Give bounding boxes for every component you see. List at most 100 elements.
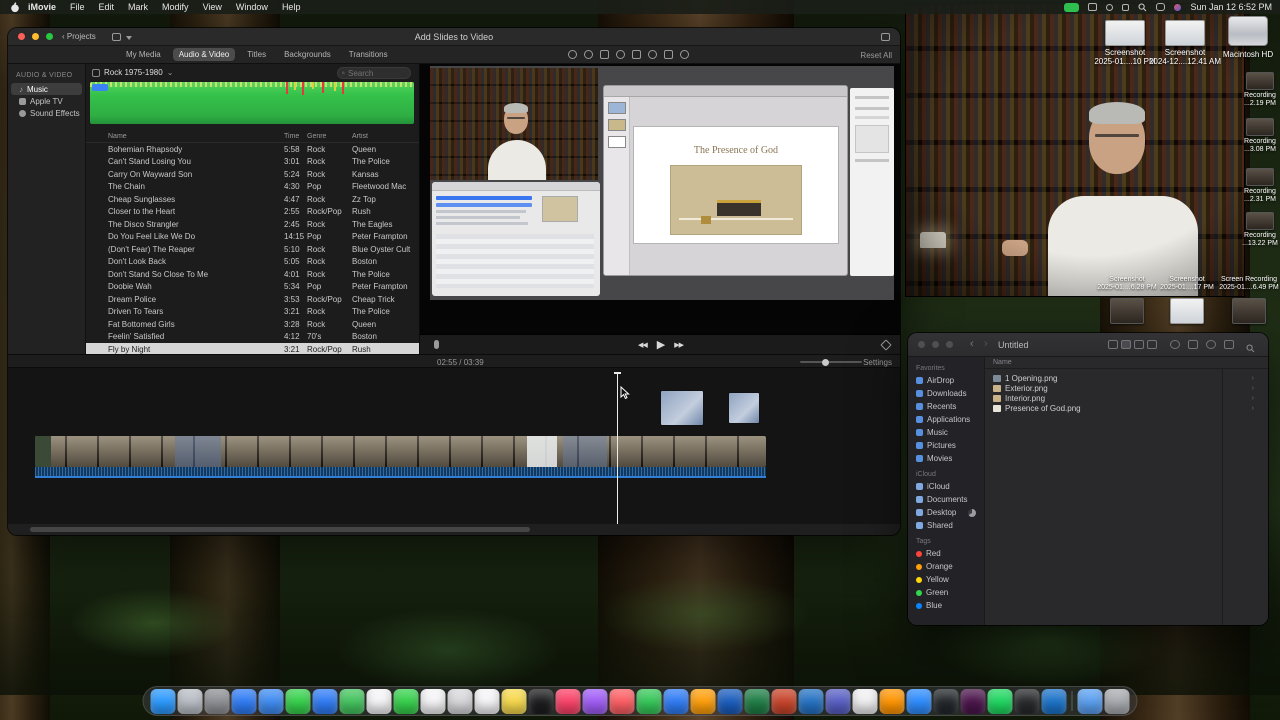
view-as-gallery-icon[interactable]	[1147, 340, 1157, 349]
display-icon[interactable]	[1088, 3, 1098, 11]
dock-icon-outlook[interactable]	[798, 688, 824, 714]
reset-all-button[interactable]: Reset All	[860, 51, 892, 60]
tags-icon[interactable]	[1206, 340, 1216, 349]
dock-icon-launchpad[interactable]	[177, 688, 203, 714]
share-icon[interactable]	[1188, 340, 1198, 349]
dock-icon-reminders[interactable]	[474, 688, 500, 714]
view-as-columns-icon[interactable]	[1134, 340, 1144, 349]
wifi-icon[interactable]	[1122, 3, 1130, 11]
settings-button[interactable]: Settings	[863, 358, 892, 367]
dock-icon-tv[interactable]	[528, 688, 554, 714]
dock-icon-zoom[interactable]	[906, 688, 932, 714]
speed-icon[interactable]	[664, 50, 673, 59]
finder-sidebar-item[interactable]: Applications	[908, 413, 984, 426]
stabilization-icon[interactable]	[616, 50, 625, 59]
dock-icon-contacts[interactable]	[447, 688, 473, 714]
song-row[interactable]: Doobie Wah 5:34 Pop Peter Frampton	[86, 281, 419, 294]
dock-icon-keynote[interactable]	[663, 688, 689, 714]
song-row[interactable]: Don't Stand So Close To Me 4:01 Rock The…	[86, 268, 419, 281]
column-artist[interactable]: Artist	[352, 133, 419, 142]
siri-icon[interactable]	[1174, 3, 1182, 11]
cutaway-clip[interactable]	[728, 392, 760, 424]
color-balance-icon[interactable]	[568, 50, 577, 59]
search-field[interactable]	[337, 67, 411, 79]
song-row[interactable]: Cheap Sunglasses 4:47 Rock Zz Top	[86, 193, 419, 206]
column-time[interactable]: Time	[284, 133, 307, 142]
song-row[interactable]: Don't Look Back 5:05 Rock Boston	[86, 256, 419, 269]
dock-icon-word[interactable]	[717, 688, 743, 714]
dock-icon-music[interactable]	[555, 688, 581, 714]
song-row[interactable]: The Chain 4:30 Pop Fleetwood Mac	[86, 181, 419, 194]
next-button[interactable]: ▶▶	[674, 341, 684, 349]
volume-icon[interactable]	[632, 50, 641, 59]
dock-icon-teams[interactable]	[825, 688, 851, 714]
finder-sidebar-item[interactable]: Pictures	[908, 439, 984, 452]
menu-item[interactable]: iMovie	[28, 2, 56, 12]
song-row[interactable]: (Don't Fear) The Reaper 5:10 Rock Blue O…	[86, 243, 419, 256]
finder-sidebar-item[interactable]: Shared	[908, 519, 984, 532]
sidebar-item-sound-effects[interactable]: Sound Effects	[11, 107, 82, 119]
menu-item[interactable]: Help	[282, 2, 301, 12]
dock-icon-slack[interactable]	[960, 688, 986, 714]
column-name[interactable]: Name	[993, 359, 1012, 366]
view-as-icons-icon[interactable]	[1108, 340, 1118, 349]
song-row[interactable]: Fat Bottomed Girls 3:28 Rock Queen	[86, 318, 419, 331]
zoom-slider-knob[interactable]	[822, 358, 829, 366]
song-row[interactable]: Bohemian Rhapsody 5:58 Rock Queen	[86, 143, 419, 156]
play-button[interactable]: ▶	[657, 338, 666, 351]
cropping-icon[interactable]	[600, 50, 609, 59]
cutaway-clip[interactable]	[660, 390, 704, 426]
dock-icon-pages[interactable]	[690, 688, 716, 714]
playlist-selector[interactable]: Rock 1975-1980 ⌄	[92, 68, 173, 77]
voiceover-mic-icon[interactable]	[434, 340, 439, 349]
dock-icon-numbers[interactable]	[636, 688, 662, 714]
song-row[interactable]: Do You Feel Like We Do 14:15 Pop Peter F…	[86, 231, 419, 244]
song-row[interactable]: Dream Police 3:53 Rock/Pop Cheap Trick	[86, 293, 419, 306]
dock-icon-safari[interactable]	[258, 688, 284, 714]
finder-sidebar-item[interactable]: Downloads	[908, 387, 984, 400]
audio-clip-strip[interactable]	[35, 467, 766, 476]
group-by-icon[interactable]	[1170, 340, 1180, 349]
finder-tag-item[interactable]: Blue	[908, 599, 984, 612]
song-row[interactable]: Feelin' Satisfied 4:12 70's Boston	[86, 331, 419, 344]
background-music-bar[interactable]	[35, 476, 766, 478]
finder-sidebar-item[interactable]: AirDrop	[908, 374, 984, 387]
dock-icon-podcasts[interactable]	[582, 688, 608, 714]
menu-item[interactable]: Edit	[99, 2, 115, 12]
timeline[interactable]	[8, 368, 900, 524]
dock-icon-powerpoint[interactable]	[771, 688, 797, 714]
noise-reduction-icon[interactable]	[648, 50, 657, 59]
bluetooth-icon[interactable]	[1106, 3, 1114, 11]
column-name[interactable]: Name	[108, 133, 284, 142]
sidebar-item-apple-tv[interactable]: Apple TV	[11, 95, 82, 107]
window-action-icon[interactable]	[881, 33, 890, 41]
file-row[interactable]: Interior.png ›	[985, 393, 1268, 403]
finder-tag-item[interactable]: Yellow	[908, 573, 984, 586]
dock-icon-messages[interactable]	[285, 688, 311, 714]
more-actions-icon[interactable]	[1224, 340, 1234, 349]
media-tab[interactable]: Backgrounds	[278, 48, 337, 61]
zoom-button[interactable]	[946, 341, 953, 348]
dock-icon-maps[interactable]	[339, 688, 365, 714]
search-input[interactable]	[348, 68, 406, 78]
column-divider[interactable]	[1222, 369, 1223, 625]
apple-menu-icon[interactable]	[10, 1, 20, 13]
finder-tag-item[interactable]: Green	[908, 586, 984, 599]
finder-sidebar-item[interactable]: Movies	[908, 452, 984, 465]
fullscreen-icon[interactable]	[880, 338, 892, 351]
dock-icon-news[interactable]	[609, 688, 635, 714]
back-button[interactable]: ‹	[970, 338, 974, 350]
menu-item[interactable]: Modify	[162, 2, 189, 12]
song-waveform[interactable]	[90, 82, 414, 124]
song-row[interactable]: The Disco Strangler 2:45 Rock The Eagles	[86, 218, 419, 231]
control-center-icon[interactable]	[1156, 3, 1166, 11]
dock-icon-finder[interactable]	[150, 688, 176, 714]
dock-icon-photos[interactable]	[366, 688, 392, 714]
dock-icon-excel[interactable]	[744, 688, 770, 714]
dock-icon-facetime[interactable]	[393, 688, 419, 714]
finder-sidebar-item[interactable]: Documents	[908, 493, 984, 506]
finder-tag-item[interactable]: Orange	[908, 560, 984, 573]
song-row[interactable]: Can't Stand Losing You 3:01 Rock The Pol…	[86, 156, 419, 169]
file-row[interactable]: Presence of God.png ›	[985, 403, 1268, 413]
song-row[interactable]: Closer to the Heart 2:55 Rock/Pop Rush	[86, 206, 419, 219]
